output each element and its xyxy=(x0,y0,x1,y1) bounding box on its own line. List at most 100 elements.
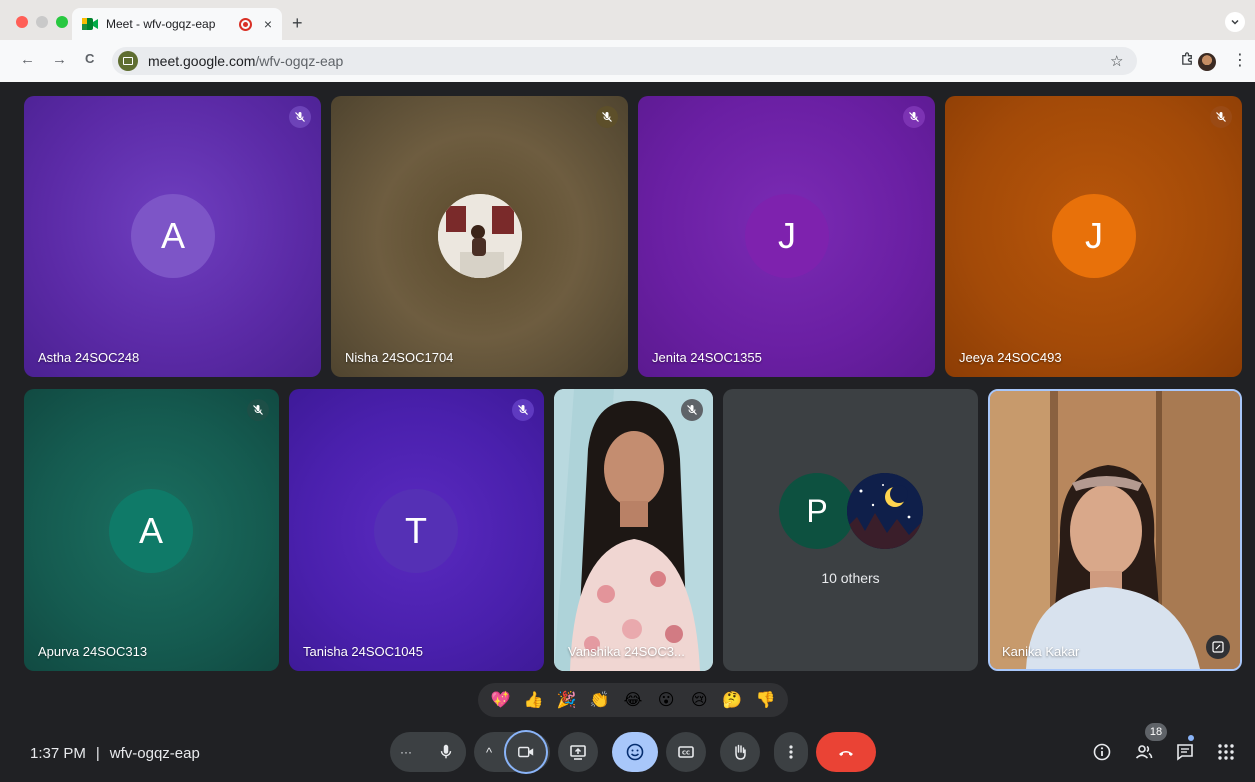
emoji-icon xyxy=(626,743,644,761)
hangup-icon xyxy=(839,751,853,756)
reload-button[interactable]: C xyxy=(85,51,94,66)
tab-strip: Meet - wfv-ogqz-eap × + xyxy=(0,0,1255,40)
tab-search-button[interactable] xyxy=(1225,12,1245,32)
svg-text:CC: CC xyxy=(682,751,690,757)
raise-hand-button[interactable] xyxy=(720,732,760,772)
participant-tile-others[interactable]: P 10 others xyxy=(723,389,978,671)
reaction-party[interactable]: 🎉 xyxy=(556,689,578,711)
avatar: A xyxy=(109,489,193,573)
participant-tile-jeeya[interactable]: J Jeeya 24SOC493 xyxy=(945,96,1242,377)
mic-toggle-button[interactable] xyxy=(426,732,466,772)
mic-off-icon xyxy=(596,106,618,128)
recording-icon xyxy=(238,17,252,31)
participant-tile-tanisha[interactable]: T Tanisha 24SOC1045 xyxy=(289,389,544,671)
chat-button[interactable] xyxy=(1173,740,1197,764)
maximize-window-button[interactable] xyxy=(56,16,68,28)
tab-meet[interactable]: Meet - wfv-ogqz-eap × xyxy=(72,8,282,40)
audio-options-button[interactable]: ··· xyxy=(400,745,412,759)
captions-button[interactable]: CC xyxy=(666,732,706,772)
avatar xyxy=(847,473,923,549)
url-path: /wfv-ogqz-eap xyxy=(255,53,344,69)
participant-tile-kanika[interactable]: Kanika Kakar xyxy=(988,389,1242,671)
forward-button[interactable]: → xyxy=(52,51,67,68)
avatar: P xyxy=(779,473,855,549)
site-info-icon[interactable] xyxy=(118,51,138,71)
camera-icon xyxy=(518,746,534,758)
more-vert-icon xyxy=(789,745,793,759)
chat-notification-dot xyxy=(1188,735,1194,741)
new-tab-button[interactable]: + xyxy=(292,13,303,34)
participant-name: Nisha 24SOC1704 xyxy=(345,350,454,365)
participant-tile-vanshika[interactable]: Vanshika 24SOC3... xyxy=(554,389,713,671)
meeting-info: 1:37 PM | wfv-ogqz-eap xyxy=(30,745,200,762)
meeting-code: wfv-ogqz-eap xyxy=(109,745,200,762)
participant-name: Vanshika 24SOC3... xyxy=(568,644,685,659)
bookmark-star-icon[interactable]: ☆ xyxy=(1110,52,1123,70)
participant-name: Apurva 24SOC313 xyxy=(38,644,148,659)
address-bar[interactable]: meet.google.com/wfv-ogqz-eap xyxy=(112,47,1137,75)
video-options-button[interactable]: ^ xyxy=(486,745,492,760)
video-control-group: ^ xyxy=(474,730,550,774)
reaction-surprised[interactable]: 😮 xyxy=(655,689,677,711)
participant-tile-jenita[interactable]: J Jenita 24SOC1355 xyxy=(638,96,935,377)
hand-icon xyxy=(735,744,746,760)
reaction-clap[interactable]: 👏 xyxy=(589,689,611,711)
back-button[interactable]: ← xyxy=(20,51,35,68)
tab-title: Meet - wfv-ogqz-eap xyxy=(106,17,216,31)
reaction-sad[interactable]: 😢 xyxy=(688,689,710,711)
present-screen-button[interactable] xyxy=(558,732,598,772)
people-icon xyxy=(1135,745,1153,759)
extensions-puzzle-icon[interactable] xyxy=(1180,51,1195,70)
others-count-label: 10 others xyxy=(821,570,880,586)
chat-icon xyxy=(1177,744,1193,761)
mic-off-icon xyxy=(247,399,269,421)
activities-button[interactable] xyxy=(1214,740,1238,764)
minimize-window-button[interactable] xyxy=(36,16,48,28)
avatar: A xyxy=(131,194,215,278)
participant-name: Kanika Kakar xyxy=(1002,644,1080,659)
tab-close-button[interactable]: × xyxy=(264,16,272,32)
mic-off-icon xyxy=(289,106,311,128)
reactions-bar: 💖 👍 🎉 👏 😂 😮 😢 🤔 👎 xyxy=(478,683,788,717)
reaction-thinking[interactable]: 🤔 xyxy=(721,689,743,711)
reaction-thumbs-down[interactable]: 👎 xyxy=(754,689,776,711)
browser-toolbar: ← → C meet.google.com/wfv-ogqz-eap ☆ ⋮ xyxy=(0,40,1255,82)
captions-icon: CC xyxy=(678,746,694,758)
expand-icon xyxy=(1212,641,1224,653)
pin-expand-button[interactable] xyxy=(1206,635,1230,659)
participant-tile-nisha[interactable]: Nisha 24SOC1704 xyxy=(331,96,628,377)
mic-off-icon xyxy=(681,399,703,421)
video-feed xyxy=(990,391,1240,669)
leave-call-button[interactable] xyxy=(816,732,876,772)
avatar xyxy=(438,194,522,278)
browser-menu-button[interactable]: ⋮ xyxy=(1232,50,1248,70)
mic-off-icon xyxy=(1210,106,1232,128)
participant-name: Tanisha 24SOC1045 xyxy=(303,644,423,659)
profile-avatar[interactable] xyxy=(1198,53,1216,71)
video-feed xyxy=(554,389,713,671)
reaction-heart[interactable]: 💖 xyxy=(490,689,512,711)
participant-name: Astha 24SOC248 xyxy=(38,350,140,365)
mic-icon xyxy=(440,744,452,759)
avatar: J xyxy=(745,194,829,278)
audio-control-group: ··· xyxy=(390,732,466,772)
reactions-button[interactable] xyxy=(612,732,658,772)
participant-tile-astha[interactable]: A Astha 24SOC248 xyxy=(24,96,321,377)
meeting-separator: | xyxy=(95,745,100,762)
people-button[interactable] xyxy=(1132,740,1156,764)
meeting-time: 1:37 PM xyxy=(30,745,86,762)
mic-off-icon xyxy=(903,106,925,128)
close-window-button[interactable] xyxy=(16,16,28,28)
more-options-button[interactable] xyxy=(774,732,808,772)
reaction-thumbs-up[interactable]: 👍 xyxy=(523,689,545,711)
participant-tile-apurva[interactable]: A Apurva 24SOC313 xyxy=(24,389,279,671)
apps-grid-icon xyxy=(1218,744,1234,760)
people-count-badge: 18 xyxy=(1145,723,1167,741)
info-icon xyxy=(1093,743,1111,761)
reaction-laugh[interactable]: 😂 xyxy=(622,689,644,711)
camera-toggle-button[interactable] xyxy=(504,730,548,774)
participant-name: Jeeya 24SOC493 xyxy=(959,350,1062,365)
browser-chrome: Meet - wfv-ogqz-eap × + ← → C meet.googl… xyxy=(0,0,1255,82)
avatar: T xyxy=(374,489,458,573)
meeting-details-button[interactable] xyxy=(1090,740,1114,764)
